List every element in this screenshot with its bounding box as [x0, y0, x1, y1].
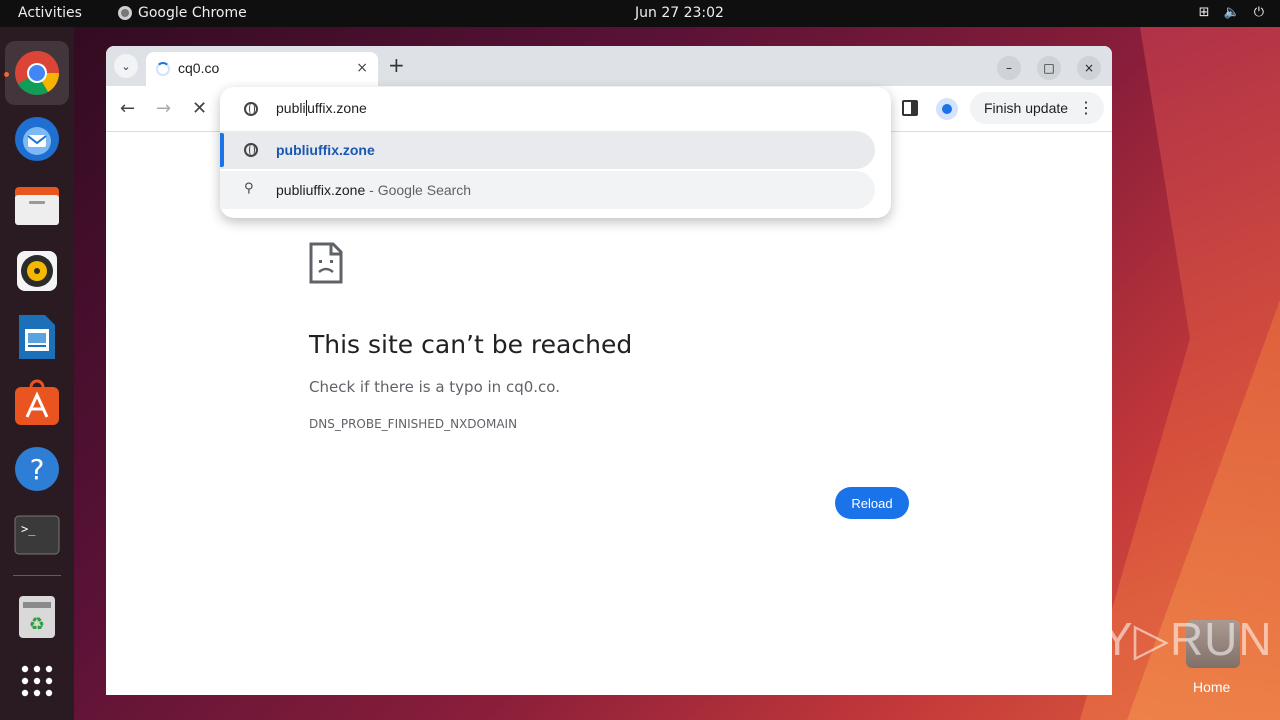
suggestion-search[interactable]: ⚲ publiuffix.zone - Google Search	[220, 171, 875, 209]
anyrun-watermark: ANY▷RUN	[1036, 613, 1273, 665]
files-icon	[15, 187, 59, 225]
activities-button[interactable]: Activities	[18, 5, 82, 21]
address-bar[interactable]: publi uffix.zone	[220, 87, 891, 129]
dock-show-apps[interactable]	[13, 657, 61, 705]
address-text-after-cursor: uffix.zone	[306, 100, 367, 116]
error-title: This site can’t be reached	[309, 330, 633, 359]
tab-strip: ⌄ cq0.co × + – □ ×	[106, 46, 1112, 86]
suggestion-url[interactable]: publiuffix.zone	[220, 131, 875, 169]
dock-writer[interactable]	[13, 313, 61, 361]
app-center-icon	[15, 379, 59, 425]
home-folder-label[interactable]: Home	[1193, 679, 1230, 695]
suggestion-suffix: - Google Search	[365, 182, 472, 198]
dock-trash[interactable]: ♻	[13, 593, 61, 641]
side-panel-icon[interactable]	[902, 100, 918, 116]
reload-button[interactable]: Reload	[835, 487, 909, 519]
new-tab-button[interactable]: +	[388, 54, 405, 76]
volume-icon: 🔈	[1223, 5, 1240, 20]
dock-terminal[interactable]: >_	[13, 511, 61, 559]
help-icon: ?	[15, 447, 59, 491]
dock-rhythmbox[interactable]	[13, 247, 61, 295]
globe-icon	[244, 143, 258, 157]
chevron-down-icon: ⌄	[121, 59, 131, 73]
dock-separator	[13, 575, 61, 576]
more-vert-icon: ⋮	[1078, 100, 1094, 117]
selection-indicator	[220, 133, 224, 167]
back-arrow-icon[interactable]: ←	[120, 98, 135, 119]
profile-avatar[interactable]	[936, 98, 958, 120]
dock-app-center[interactable]	[13, 379, 61, 427]
clock[interactable]: Jun 27 23:02	[635, 5, 724, 21]
top-bar: Activities Google Chrome Jun 27 23:02 ⊞ …	[0, 0, 1280, 27]
suggestion-search-text: publiuffix.zone - Google Search	[276, 182, 471, 198]
dock-files[interactable]	[13, 181, 61, 229]
thunderbird-icon	[15, 117, 59, 161]
tab-title: cq0.co	[178, 60, 220, 76]
app-menu[interactable]: Google Chrome	[118, 5, 247, 21]
stop-loading-icon[interactable]: ✕	[192, 98, 207, 119]
sad-document-icon	[309, 242, 343, 284]
tab-close-icon[interactable]: ×	[356, 60, 368, 76]
writer-icon	[19, 315, 55, 359]
app-name: Google Chrome	[138, 5, 247, 21]
trash-icon: ♻	[19, 596, 55, 638]
network-icon: ⊞	[1198, 5, 1210, 20]
svg-text:?: ?	[30, 453, 45, 486]
tab-search-button[interactable]: ⌄	[114, 54, 138, 78]
close-window-button[interactable]: ×	[1077, 56, 1101, 80]
address-input[interactable]: publi uffix.zone	[276, 100, 367, 116]
omnibox-dropdown: publi uffix.zone publiuffix.zone ⚲ publiu…	[220, 87, 891, 218]
suggestion-url-text: publiuffix.zone	[276, 142, 375, 158]
dock-help[interactable]: ?	[13, 445, 61, 493]
dock-thunderbird[interactable]	[13, 115, 61, 163]
dock-chrome[interactable]	[5, 41, 69, 105]
finish-update-label: Finish update	[984, 100, 1069, 116]
terminal-icon: >_	[14, 515, 60, 555]
error-message: Check if there is a typo in cq0.co.	[309, 378, 560, 396]
address-text-before-cursor: publi	[276, 100, 306, 116]
search-icon: ⚲	[244, 181, 254, 196]
minimize-button[interactable]: –	[997, 56, 1021, 80]
loading-spinner-icon	[156, 62, 170, 76]
maximize-button[interactable]: □	[1037, 56, 1061, 80]
tab-active[interactable]: cq0.co ×	[146, 52, 378, 86]
error-code: DNS_PROBE_FINISHED_NXDOMAIN	[309, 417, 518, 431]
svg-text:>_: >_	[21, 522, 36, 536]
finish-update-button[interactable]: Finish update ⋮	[970, 92, 1104, 124]
show-apps-icon	[21, 665, 53, 697]
power-icon: ⏻	[1253, 5, 1264, 20]
chrome-icon	[118, 6, 132, 20]
system-tray[interactable]: ⊞ 🔈 ⏻	[1199, 5, 1264, 20]
person-icon	[942, 104, 952, 114]
globe-icon	[244, 102, 258, 116]
forward-arrow-icon[interactable]: →	[156, 98, 171, 119]
suggestion-query: publiuffix.zone	[276, 182, 366, 198]
svg-text:♻: ♻	[29, 614, 45, 635]
chrome-icon	[15, 51, 59, 95]
dock: ? >_ ♻	[0, 27, 74, 720]
rhythmbox-icon	[17, 251, 57, 291]
